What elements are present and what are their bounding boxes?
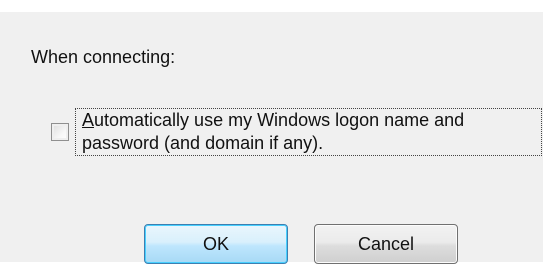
auto-logon-label-line-1-text: utomatically use my Windows logon name a…: [94, 110, 465, 130]
ok-button[interactable]: OK: [144, 224, 288, 264]
dialog-top-strip: [0, 0, 543, 12]
auto-logon-label-line-2: password (and domain if any).: [82, 133, 324, 153]
when-connecting-label: When connecting:: [31, 47, 176, 67]
auto-logon-checkbox[interactable]: [51, 123, 69, 141]
cancel-button[interactable]: Cancel: [314, 224, 458, 264]
auto-logon-label-mnemonic: A: [82, 110, 95, 130]
auto-logon-label-line-1: Automatically use my Windows logon name …: [82, 109, 541, 132]
auto-logon-checkbox-label[interactable]: Automatically use my Windows logon name …: [75, 108, 542, 156]
credentials-dialog: When connecting: Automatically use my Wi…: [0, 0, 543, 264]
